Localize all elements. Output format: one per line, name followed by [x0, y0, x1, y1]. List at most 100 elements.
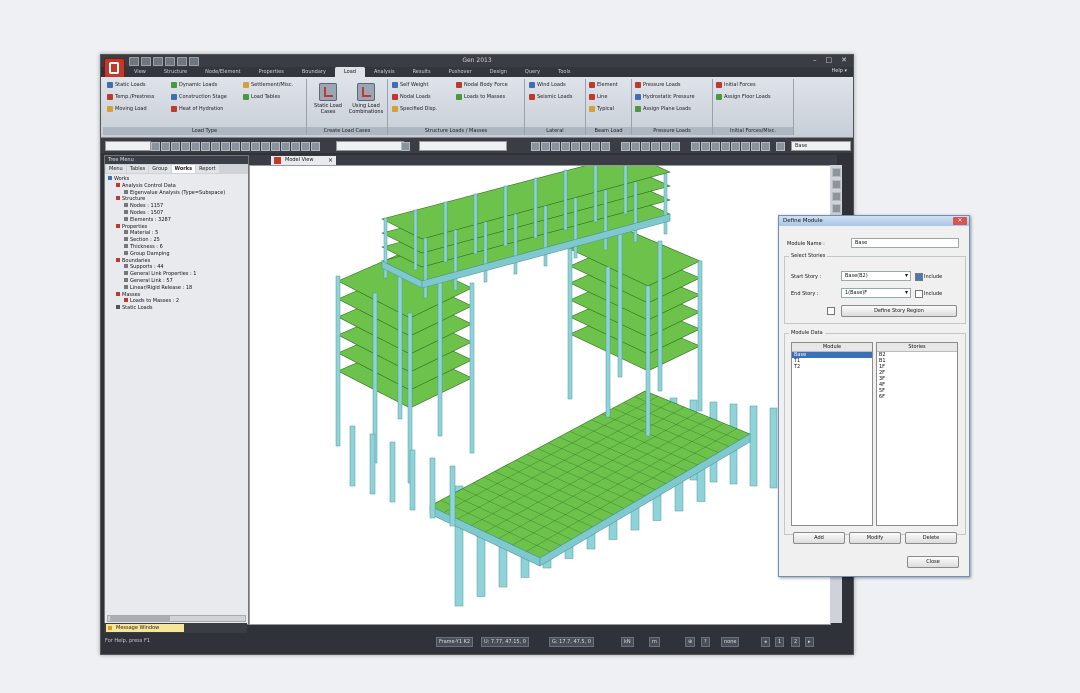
- settlement-misc-button[interactable]: Settlement/Misc.: [243, 82, 293, 88]
- construction-stage-button[interactable]: Construction Stage: [171, 94, 227, 100]
- tower-column[interactable]: [469, 282, 475, 454]
- close-tab-icon[interactable]: ×: [328, 156, 333, 165]
- select-icon[interactable]: [241, 142, 250, 151]
- tool-5-icon[interactable]: [731, 142, 740, 151]
- shade-icon[interactable]: [671, 142, 680, 151]
- color-icon[interactable]: [641, 142, 650, 151]
- tool-4-icon[interactable]: [721, 142, 730, 151]
- start-include-checkbox[interactable]: [915, 273, 923, 281]
- tree-item[interactable]: Section : 25: [108, 237, 245, 244]
- bridge-column[interactable]: [623, 166, 628, 215]
- tool-2-icon[interactable]: [701, 142, 710, 151]
- moving-load-button[interactable]: Moving Load: [107, 106, 147, 112]
- bridge-column[interactable]: [563, 169, 568, 231]
- tree-item[interactable]: Linear/Rigid Release : 18: [108, 284, 245, 292]
- bridge-column[interactable]: [663, 173, 668, 235]
- dialog-close-button[interactable]: ✕: [953, 217, 967, 225]
- tree-item[interactable]: General Link : 57: [108, 277, 245, 285]
- snap-icon[interactable]: [591, 142, 600, 151]
- menu-structure[interactable]: Structure: [155, 69, 196, 75]
- assign-plane-loads-button[interactable]: Assign Plane Loads: [635, 106, 691, 112]
- inactivate-icon[interactable]: [291, 142, 300, 151]
- tab-model-view[interactable]: Model View ×: [271, 156, 336, 165]
- tower-column[interactable]: [617, 226, 623, 378]
- wind-loads-button[interactable]: Wind Loads: [529, 82, 566, 88]
- load-combinations-button[interactable]: Using Load Combinations: [347, 83, 385, 115]
- rotate-icon[interactable]: [191, 142, 200, 151]
- top-view-icon[interactable]: [211, 142, 220, 151]
- bridge-column[interactable]: [533, 177, 538, 239]
- load-icon[interactable]: [571, 142, 580, 151]
- static-load-cases-button[interactable]: Static Load Cases: [311, 83, 345, 115]
- front-view-icon[interactable]: [221, 142, 230, 151]
- bridge-column[interactable]: [633, 181, 638, 243]
- start-story-select[interactable]: Base(B2): [841, 271, 911, 281]
- loads-to-masses-button[interactable]: Loads to Masses: [456, 94, 505, 100]
- tower-column[interactable]: [605, 266, 611, 418]
- view-tool-3-icon[interactable]: [831, 192, 841, 201]
- line-beam-load-button[interactable]: Line: [589, 94, 607, 100]
- length-unit-select[interactable]: m: [649, 637, 660, 647]
- bridge-column[interactable]: [503, 185, 508, 247]
- minimize-button[interactable]: –: [813, 56, 817, 64]
- column[interactable]: [349, 425, 356, 487]
- element-beam-load-button[interactable]: Element: [589, 82, 618, 88]
- close-button[interactable]: Close: [907, 556, 959, 568]
- bridge-column[interactable]: [543, 205, 548, 267]
- list-item[interactable]: T2: [792, 364, 872, 370]
- initial-forces-button[interactable]: Initial Forces: [716, 82, 756, 88]
- tower-column[interactable]: [657, 240, 663, 392]
- menu-results[interactable]: Results: [404, 69, 440, 75]
- tree-item[interactable]: Loads to Masses : 2: [108, 298, 245, 305]
- bridge-column[interactable]: [423, 237, 428, 299]
- seismic-loads-button[interactable]: Seismic Loads: [529, 94, 572, 100]
- tool-3-icon[interactable]: [711, 142, 720, 151]
- view-tool-4-icon[interactable]: [831, 204, 841, 213]
- tree-item[interactable]: Thickness : 6: [108, 243, 245, 251]
- view-tool-1-icon[interactable]: [831, 168, 841, 177]
- tree-item[interactable]: Masses: [108, 291, 245, 299]
- tool-9-icon[interactable]: [776, 142, 785, 151]
- grid-icon[interactable]: [581, 142, 590, 151]
- menu-analysis[interactable]: Analysis: [365, 69, 404, 75]
- filter-icon[interactable]: [401, 142, 410, 151]
- bridge-column[interactable]: [443, 201, 448, 263]
- boundary-icon[interactable]: [551, 142, 560, 151]
- app-logo-icon[interactable]: [104, 58, 125, 79]
- menu-view[interactable]: View: [125, 69, 155, 75]
- tree-item[interactable]: Works: [108, 176, 245, 183]
- mass-icon[interactable]: [561, 142, 570, 151]
- menu-properties[interactable]: Properties: [250, 69, 293, 75]
- column[interactable]: [429, 457, 436, 519]
- add-button[interactable]: Add: [793, 532, 845, 544]
- render-icon[interactable]: [631, 142, 640, 151]
- status-mode-select[interactable]: none: [721, 637, 740, 647]
- heat-of-hydration-button[interactable]: Heat of Hydration: [171, 106, 223, 112]
- menu-tools[interactable]: Tools: [549, 69, 579, 75]
- tree-item[interactable]: Boundaries: [108, 257, 245, 265]
- typical-beam-load-button[interactable]: Typical: [589, 106, 614, 112]
- activate-icon[interactable]: [281, 142, 290, 151]
- story-select[interactable]: Base: [791, 141, 851, 151]
- next-page-icon[interactable]: ▸: [805, 637, 814, 647]
- status-tool-icon[interactable]: ?: [701, 637, 710, 647]
- module-name-input[interactable]: Base: [851, 238, 959, 248]
- wireframe-icon[interactable]: [661, 142, 670, 151]
- tab-message-window[interactable]: Message Window: [106, 624, 184, 632]
- assign-floor-loads-button[interactable]: Assign Floor Loads: [716, 94, 771, 100]
- building-model[interactable]: [250, 166, 830, 624]
- delete-button[interactable]: Delete: [905, 532, 957, 544]
- end-story-select[interactable]: 1(Base)F: [841, 288, 911, 298]
- nodal-loads-button[interactable]: Nodal Loads: [392, 94, 431, 100]
- tab-report[interactable]: Report: [196, 165, 219, 173]
- story-region-checkbox[interactable]: [827, 307, 835, 315]
- close-button[interactable]: ✕: [841, 56, 847, 64]
- status-tool-icon[interactable]: ⊕: [685, 637, 696, 647]
- tree-item[interactable]: Supports : 44: [108, 264, 245, 271]
- column[interactable]: [769, 407, 778, 489]
- horizontal-scrollbar[interactable]: [107, 615, 246, 622]
- iso-view-icon[interactable]: [201, 142, 210, 151]
- scrollbar-thumb[interactable]: [110, 616, 170, 621]
- bridge-column[interactable]: [453, 229, 458, 291]
- column[interactable]: [369, 433, 376, 495]
